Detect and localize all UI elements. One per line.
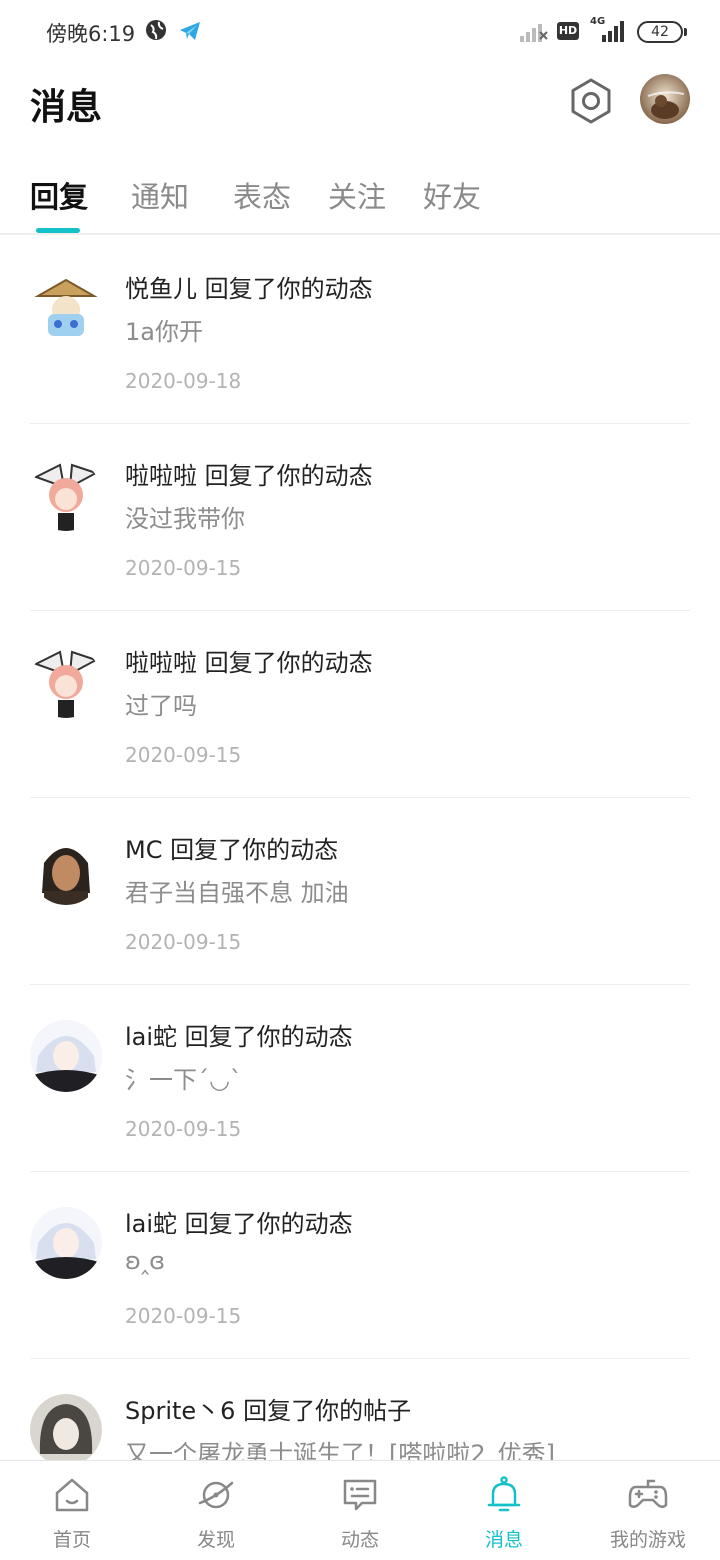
settings-icon (571, 78, 611, 124)
avatar[interactable] (30, 1394, 102, 1460)
message-content: 1a你开 (125, 318, 203, 346)
message-content: ʚ‸ɞ (125, 1247, 166, 1275)
chat-icon (343, 1479, 377, 1511)
tab-follow[interactable]: 关注 (328, 174, 386, 216)
avatar[interactable] (30, 833, 102, 905)
message-title: MC 回复了你的动态 (125, 836, 339, 864)
avatar[interactable] (30, 272, 102, 344)
user-avatar[interactable] (640, 74, 690, 124)
nav-label: 首页 (52, 1529, 91, 1551)
avatar-image (30, 833, 102, 905)
nav-home[interactable]: 首页 (0, 1461, 144, 1560)
avatar[interactable] (30, 1020, 102, 1092)
settings-button[interactable] (566, 76, 616, 126)
hd-badge: HD (557, 22, 579, 40)
avatar[interactable] (30, 459, 102, 531)
avatar-image (30, 272, 102, 344)
list-item[interactable]: lai蛇 回复了你的动态 氵一下´◡` 2020-09-15 (0, 985, 720, 1172)
status-time: 傍晚6:19 (46, 22, 136, 46)
battery-indicator: 42 (637, 21, 687, 43)
message-content: 过了吗 (125, 692, 197, 720)
list-item[interactable]: 啦啦啦 回复了你的动态 没过我带你 2020-09-15 (0, 424, 720, 611)
planet-icon (198, 1481, 234, 1509)
message-title: Sprite丶6 回复了你的帖子 (125, 1397, 412, 1425)
list-item[interactable]: MC 回复了你的动态 君子当自强不息 加油 2020-09-15 (0, 798, 720, 985)
avatar-image (30, 1020, 102, 1092)
message-title: lai蛇 回复了你的动态 (125, 1023, 353, 1051)
message-title: lai蛇 回复了你的动态 (125, 1210, 353, 1238)
tab-reaction[interactable]: 表态 (233, 174, 291, 216)
message-content: 氵一下´◡` (125, 1066, 242, 1094)
message-title: 悦鱼儿 回复了你的动态 (125, 275, 373, 303)
avatar-image (30, 646, 102, 718)
header: 消息 (0, 64, 720, 146)
nav-label: 我的游戏 (609, 1529, 686, 1551)
nav-label: 消息 (484, 1529, 523, 1551)
nav-label: 发现 (196, 1529, 235, 1551)
signal-strong-icon (602, 21, 624, 42)
tab-reply[interactable]: 回复 (30, 174, 88, 216)
message-content: 没过我带你 (125, 505, 245, 533)
message-list: 悦鱼儿 回复了你的动态 1a你开 2020-09-18 啦啦啦 回复了你的动态 … (0, 237, 720, 1460)
message-date: 2020-09-18 (125, 369, 242, 393)
avatar-image (640, 74, 690, 124)
message-date: 2020-09-15 (125, 930, 242, 954)
signal-weak-icon (520, 24, 548, 42)
avatar-image (30, 1207, 102, 1279)
message-date: 2020-09-15 (125, 743, 242, 767)
home-icon (55, 1478, 89, 1512)
gamepad-icon (628, 1479, 668, 1508)
globe-icon (146, 20, 166, 40)
message-date: 2020-09-15 (125, 1117, 242, 1141)
page-title: 消息 (30, 87, 103, 128)
bell-icon (487, 1476, 521, 1512)
list-item[interactable]: lai蛇 回复了你的动态 ʚ‸ɞ 2020-09-15 (0, 1172, 720, 1359)
message-tabs: 回复 通知 表态 关注 好友 (0, 160, 720, 235)
bottom-navigation: 首页 发现 动态 消息 我的游戏 (0, 1460, 720, 1560)
active-tab-indicator (36, 228, 80, 233)
nav-feed[interactable]: 动态 (288, 1461, 432, 1560)
telegram-icon (180, 22, 200, 40)
message-title: 啦啦啦 回复了你的动态 (125, 462, 373, 490)
list-item[interactable]: 悦鱼儿 回复了你的动态 1a你开 2020-09-18 (0, 237, 720, 424)
avatar-image (30, 1394, 102, 1460)
list-item[interactable]: 啦啦啦 回复了你的动态 过了吗 2020-09-15 (0, 611, 720, 798)
nav-my-games[interactable]: 我的游戏 (576, 1461, 720, 1560)
message-content: 又一个屠龙勇士诞生了！[嗒啦啦2_优秀] (125, 1440, 555, 1460)
message-content: 君子当自强不息 加油 (125, 879, 349, 907)
message-date: 2020-09-15 (125, 1304, 242, 1328)
tab-friends[interactable]: 好友 (423, 174, 481, 216)
message-date: 2020-09-15 (125, 556, 242, 580)
avatar[interactable] (30, 1207, 102, 1279)
avatar-image (30, 459, 102, 531)
message-title: 啦啦啦 回复了你的动态 (125, 649, 373, 677)
nav-label: 动态 (340, 1529, 379, 1551)
tab-notice[interactable]: 通知 (131, 174, 189, 216)
nav-messages[interactable]: 消息 (432, 1461, 576, 1560)
list-item[interactable]: Sprite丶6 回复了你的帖子 又一个屠龙勇士诞生了！[嗒啦啦2_优秀] (0, 1359, 720, 1460)
status-bar: 傍晚6:19 HD 4G 42 (0, 0, 720, 64)
nav-discover[interactable]: 发现 (144, 1461, 288, 1560)
avatar[interactable] (30, 646, 102, 718)
